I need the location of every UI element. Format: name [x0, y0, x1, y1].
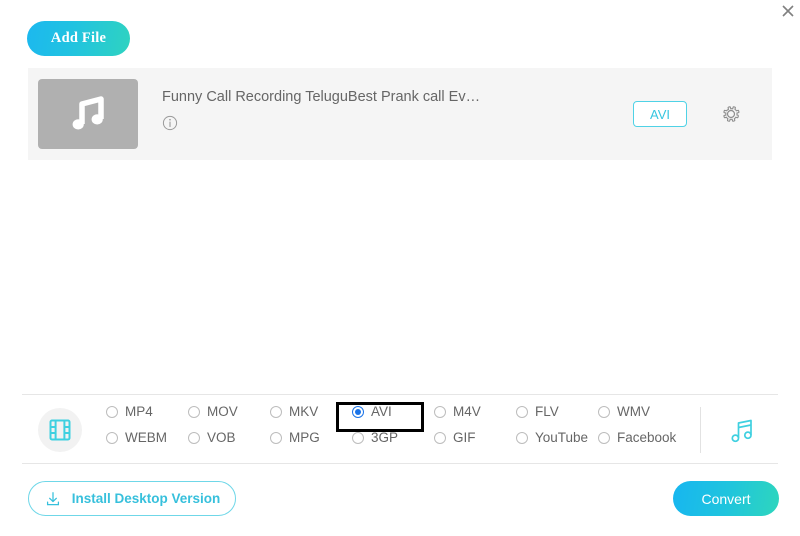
add-file-label: Add File: [51, 30, 106, 47]
format-option-facebook[interactable]: Facebook: [598, 430, 676, 445]
file-format-badge-label: AVI: [650, 107, 670, 122]
format-option-label: YouTube: [535, 430, 588, 445]
file-format-badge[interactable]: AVI: [633, 101, 687, 127]
file-thumbnail: [38, 79, 138, 149]
format-option-webm[interactable]: WEBM: [106, 430, 167, 445]
format-option-label: Facebook: [617, 430, 676, 445]
radio-3gp[interactable]: [352, 432, 364, 444]
music-note-icon: [727, 416, 757, 446]
convert-label: Convert: [701, 491, 750, 507]
install-desktop-version-button[interactable]: Install Desktop Version: [28, 481, 236, 516]
format-option-label: 3GP: [371, 430, 398, 445]
add-file-button[interactable]: Add File: [27, 21, 130, 56]
radio-webm[interactable]: [106, 432, 118, 444]
format-option-flv[interactable]: FLV: [516, 404, 559, 419]
format-option-label: M4V: [453, 404, 481, 419]
file-row[interactable]: Funny Call Recording TeluguBest Prank ca…: [28, 68, 772, 160]
radio-gif[interactable]: [434, 432, 446, 444]
format-option-mkv[interactable]: MKV: [270, 404, 318, 419]
close-button[interactable]: [777, 0, 799, 22]
format-option-wmv[interactable]: WMV: [598, 404, 650, 419]
format-option-youtube[interactable]: YouTube: [516, 430, 588, 445]
format-options: MP4 MOV MKV AVI M4V FLV WMV WEBM VOB MPG 3GP GIF You…: [106, 404, 696, 456]
format-option-m4v[interactable]: M4V: [434, 404, 481, 419]
info-icon[interactable]: [162, 115, 178, 131]
format-divider: [700, 407, 701, 453]
format-option-label: WMV: [617, 404, 650, 419]
format-option-label: WEBM: [125, 430, 167, 445]
audio-format-tab[interactable]: [722, 411, 762, 451]
format-option-avi[interactable]: AVI: [352, 404, 392, 419]
format-option-label: MP4: [125, 404, 153, 419]
format-option-vob[interactable]: VOB: [188, 430, 236, 445]
format-option-label: AVI: [371, 404, 392, 419]
download-icon: [44, 490, 62, 508]
format-bar: MP4 MOV MKV AVI M4V FLV WMV WEBM VOB MPG 3GP GIF You…: [22, 394, 778, 464]
film-strip-icon: [47, 417, 73, 443]
close-icon: [780, 3, 796, 19]
format-option-gif[interactable]: GIF: [434, 430, 476, 445]
radio-youtube[interactable]: [516, 432, 528, 444]
format-option-label: MPG: [289, 430, 320, 445]
format-option-label: FLV: [535, 404, 559, 419]
radio-mov[interactable]: [188, 406, 200, 418]
format-option-3gp[interactable]: 3GP: [352, 430, 398, 445]
format-option-label: VOB: [207, 430, 236, 445]
format-option-mpg[interactable]: MPG: [270, 430, 320, 445]
radio-mp4[interactable]: [106, 406, 118, 418]
format-option-label: MOV: [207, 404, 238, 419]
format-option-mp4[interactable]: MP4: [106, 404, 153, 419]
radio-mpg[interactable]: [270, 432, 282, 444]
format-option-label: MKV: [289, 404, 318, 419]
install-desktop-version-label: Install Desktop Version: [72, 491, 221, 506]
radio-avi[interactable]: [352, 406, 364, 418]
radio-wmv[interactable]: [598, 406, 610, 418]
radio-m4v[interactable]: [434, 406, 446, 418]
music-note-icon: [65, 91, 111, 137]
radio-vob[interactable]: [188, 432, 200, 444]
format-option-label: GIF: [453, 430, 476, 445]
file-meta: Funny Call Recording TeluguBest Prank ca…: [162, 88, 582, 131]
file-settings-button[interactable]: [718, 101, 744, 127]
gear-icon: [720, 103, 742, 125]
convert-button[interactable]: Convert: [673, 481, 779, 516]
video-format-tab[interactable]: [38, 408, 82, 452]
radio-mkv[interactable]: [270, 406, 282, 418]
radio-flv[interactable]: [516, 406, 528, 418]
radio-facebook[interactable]: [598, 432, 610, 444]
format-option-mov[interactable]: MOV: [188, 404, 238, 419]
file-list: Funny Call Recording TeluguBest Prank ca…: [28, 68, 772, 160]
file-title: Funny Call Recording TeluguBest Prank ca…: [162, 88, 582, 106]
